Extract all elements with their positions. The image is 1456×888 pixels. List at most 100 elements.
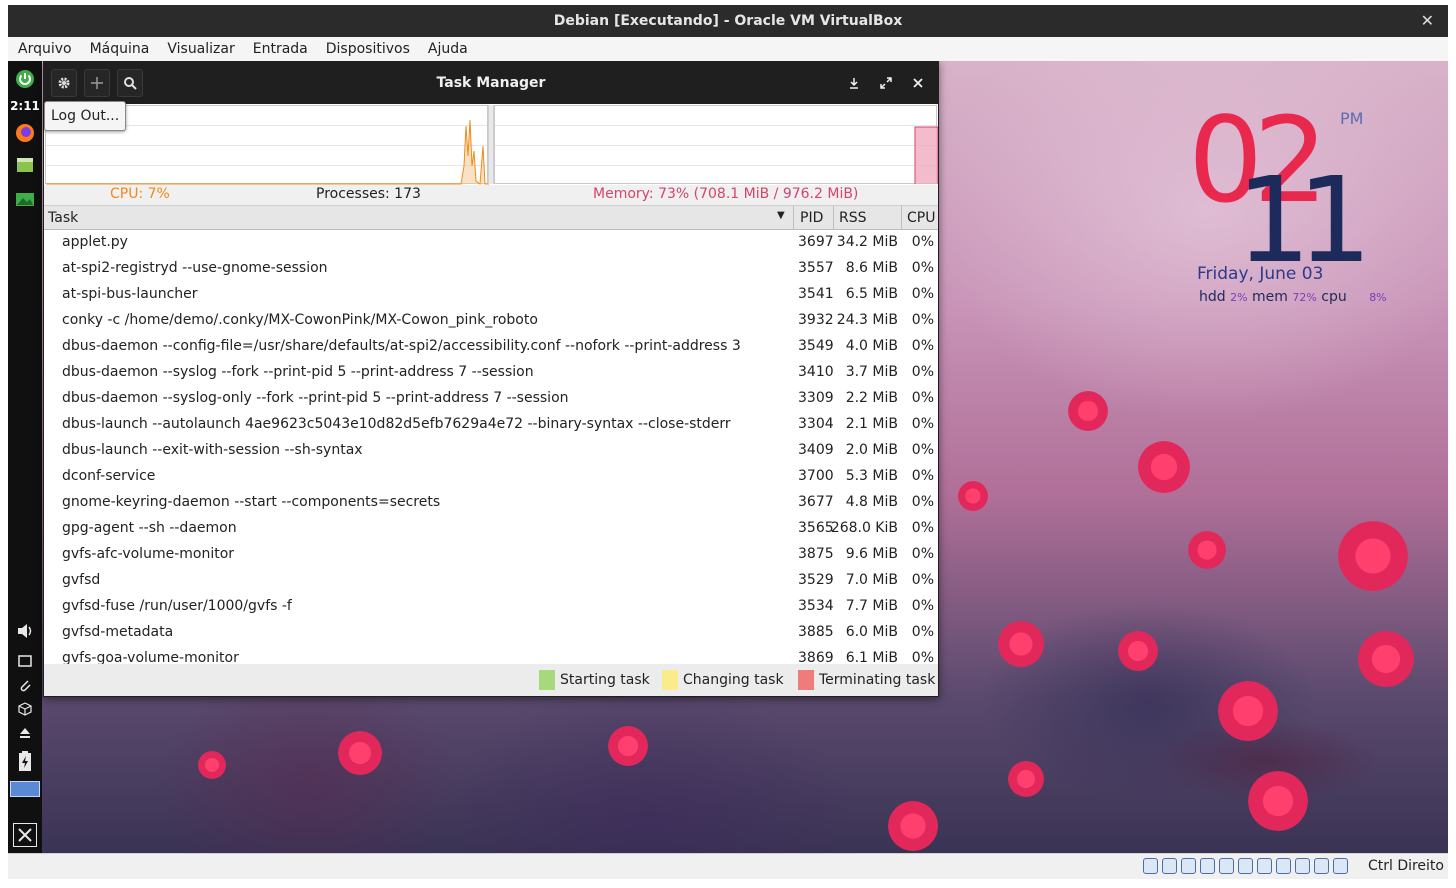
- logout-icon[interactable]: [13, 67, 37, 91]
- wallpaper-flower: [958, 481, 988, 511]
- network-status-icon[interactable]: [1200, 858, 1215, 874]
- conky-minute: 11: [1236, 151, 1372, 289]
- task-cpu: 0%: [911, 650, 934, 664]
- virtualization-status-icon[interactable]: [1295, 858, 1310, 874]
- conky-widget: 02 11 PM Friday, June 03 hdd 2% mem 72% …: [1188, 101, 1448, 321]
- table-row[interactable]: applet.py 3697 34.2 MiB 0%: [44, 230, 938, 256]
- window-icon[interactable]: [13, 649, 37, 673]
- table-row[interactable]: dbus-launch --exit-with-session --sh-syn…: [44, 438, 938, 464]
- mouse-integration-status-icon[interactable]: [1314, 858, 1329, 874]
- table-row[interactable]: gvfs-goa-volume-monitor 3869 6.1 MiB 0%: [44, 646, 938, 664]
- table-row[interactable]: gpg-agent --sh --daemon 3565 268.0 KiB 0%: [44, 516, 938, 542]
- host-key-label: Ctrl Direito: [1367, 858, 1444, 874]
- firefox-icon[interactable]: [13, 121, 37, 145]
- move-icon[interactable]: [84, 69, 110, 97]
- gear-icon[interactable]: [51, 69, 77, 97]
- usb-status-icon[interactable]: [1219, 858, 1234, 874]
- wallpaper-flower: [1218, 681, 1278, 741]
- wallpaper-flower: [1338, 521, 1408, 591]
- task-rss: 6.5 MiB: [845, 286, 898, 302]
- package-icon[interactable]: [13, 697, 37, 721]
- table-row[interactable]: gvfs-afc-volume-monitor 3875 9.6 MiB 0%: [44, 542, 938, 568]
- table-row[interactable]: dbus-launch --autolaunch 4ae9623c5043e10…: [44, 412, 938, 438]
- task-pid: 3885: [798, 624, 834, 640]
- task-pid: 3697: [798, 234, 834, 250]
- menu-maquina[interactable]: Máquina: [80, 41, 158, 57]
- image-viewer-icon[interactable]: [13, 187, 37, 211]
- table-row[interactable]: at-spi2-registryd --use-gnome-session 355…: [44, 256, 938, 282]
- task-pid: 3677: [798, 494, 834, 510]
- task-pid: 3409: [798, 442, 834, 458]
- eject-icon[interactable]: [13, 721, 37, 745]
- table-row[interactable]: gvfsd-metadata 3885 6.0 MiB 0%: [44, 620, 938, 646]
- keyboard-status-icon[interactable]: [1333, 858, 1348, 874]
- conky-cpu-label: cpu: [1321, 289, 1347, 305]
- table-row[interactable]: at-spi-bus-launcher 3541 6.5 MiB 0%: [44, 282, 938, 308]
- hard-disk-status-icon[interactable]: [1143, 858, 1158, 874]
- column-separator[interactable]: [833, 206, 834, 230]
- paperclip-icon[interactable]: [13, 673, 37, 697]
- wallpaper-flower: [338, 731, 382, 775]
- wallpaper-flower: [888, 801, 938, 851]
- memory-graph-area: [914, 126, 938, 184]
- task-name: gvfs-afc-volume-monitor: [62, 546, 235, 562]
- menu-arquivo[interactable]: Arquivo: [8, 41, 80, 57]
- recording-status-icon[interactable]: [1276, 858, 1291, 874]
- menu-entrada[interactable]: Entrada: [243, 41, 316, 57]
- workspace-switcher[interactable]: [10, 781, 40, 797]
- display-status-icon[interactable]: [1257, 858, 1272, 874]
- column-rss[interactable]: RSS: [839, 210, 867, 226]
- task-cpu: 0%: [911, 572, 934, 588]
- menu-visualizar[interactable]: Visualizar: [157, 41, 242, 57]
- legend-starting-label: Starting task: [560, 672, 650, 688]
- wallpaper-flower: [1358, 631, 1414, 687]
- task-name: at-spi-bus-launcher: [62, 286, 198, 302]
- column-pid[interactable]: PID: [800, 210, 823, 226]
- task-list[interactable]: applet.py 3697 34.2 MiB 0% at-spi2-registry…: [44, 230, 938, 664]
- shared-folders-status-icon[interactable]: [1238, 858, 1253, 874]
- fullscreen-icon[interactable]: [875, 72, 897, 94]
- task-cpu: 0%: [911, 520, 934, 536]
- column-task[interactable]: Task: [48, 210, 78, 226]
- optical-drive-status-icon[interactable]: [1162, 858, 1177, 874]
- battery-icon[interactable]: [13, 749, 37, 773]
- audio-status-icon[interactable]: [1181, 858, 1196, 874]
- task-rss: 3.7 MiB: [845, 364, 898, 380]
- task-name: dbus-launch --exit-with-session --sh-syn…: [62, 442, 363, 458]
- task-rss: 2.0 MiB: [845, 442, 898, 458]
- task-pid: 3309: [798, 390, 834, 406]
- mx-logo-icon[interactable]: [13, 823, 37, 847]
- menu-ajuda[interactable]: Ajuda: [418, 41, 476, 57]
- table-row[interactable]: dbus-daemon --syslog --fork --print-pid …: [44, 360, 938, 386]
- column-cpu[interactable]: CPU: [907, 210, 935, 226]
- wallpaper-flower: [608, 726, 648, 766]
- close-icon[interactable]: [907, 72, 929, 94]
- table-row[interactable]: dconf-service 3700 5.3 MiB 0%: [44, 464, 938, 490]
- conky-mem-label: mem: [1252, 289, 1288, 305]
- vbox-close-icon[interactable]: ✕: [1421, 11, 1434, 30]
- task-name: dbus-launch --autolaunch 4ae9623c5043e10…: [62, 416, 731, 432]
- cpu-usage-label: CPU: 7%: [110, 186, 170, 202]
- task-manager-summary: CPU: 7% Processes: 173 Memory: 73% (708.…: [44, 185, 938, 205]
- table-row[interactable]: gvfsd 3529 7.0 MiB 0%: [44, 568, 938, 594]
- task-rss: 4.0 MiB: [845, 338, 898, 354]
- table-row[interactable]: dbus-daemon --syslog-only --fork --print…: [44, 386, 938, 412]
- download-icon[interactable]: [843, 72, 865, 94]
- panel-clock[interactable]: 2:11: [10, 99, 40, 113]
- task-rss: 24.3 MiB: [836, 312, 898, 328]
- file-manager-icon[interactable]: [13, 153, 37, 177]
- volume-icon[interactable]: [13, 619, 37, 643]
- task-pid: 3869: [798, 650, 834, 664]
- column-separator[interactable]: [793, 206, 794, 230]
- table-row[interactable]: gnome-keyring-daemon --start --component…: [44, 490, 938, 516]
- wallpaper-flower: [1138, 441, 1190, 493]
- search-icon[interactable]: [117, 69, 143, 97]
- task-cpu: 0%: [911, 312, 934, 328]
- column-separator[interactable]: [901, 206, 902, 230]
- menu-dispositivos[interactable]: Dispositivos: [316, 41, 418, 57]
- table-row[interactable]: dbus-daemon --config-file=/usr/share/def…: [44, 334, 938, 360]
- table-row[interactable]: conky -c /home/demo/.conky/MX-CowonPink/…: [44, 308, 938, 334]
- task-rss: 2.1 MiB: [845, 416, 898, 432]
- table-row[interactable]: gvfsd-fuse /run/user/1000/gvfs -f 3534 7.7…: [44, 594, 938, 620]
- sort-descending-icon[interactable]: ▼: [777, 210, 785, 221]
